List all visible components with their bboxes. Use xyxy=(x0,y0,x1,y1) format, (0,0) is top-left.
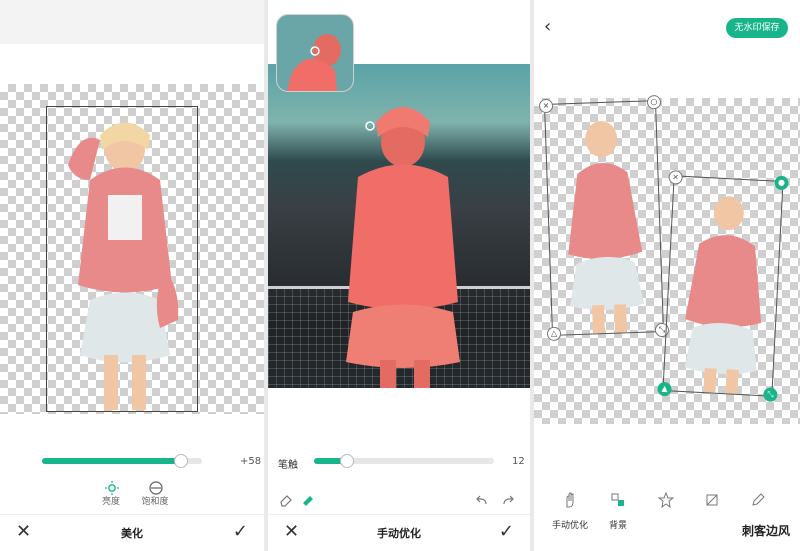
tool-brightness-label: 亮度 xyxy=(101,497,120,507)
watermark-text: 刺客边风 xyxy=(741,524,790,538)
photo-preview xyxy=(268,64,530,389)
magnifier-thumbnail xyxy=(276,14,354,92)
confirm-icon[interactable]: ✓ xyxy=(233,521,248,542)
beauty-slider[interactable] xyxy=(42,454,202,468)
bottom-bar: ✕ 手动优化 ✓ xyxy=(268,514,530,551)
edit-icon xyxy=(752,493,765,506)
brush-icon[interactable] xyxy=(300,492,316,508)
save-without-watermark-button[interactable]: 无水印保存 xyxy=(726,18,788,38)
sticker-left-image xyxy=(568,121,645,334)
slider-fill xyxy=(42,458,180,464)
collage-panel: ‹ 无水印保存 × ○ △ ⤡ × ● ▲ ⤡ 手动优化 背景 刺客边风 xyxy=(534,0,800,551)
back-icon[interactable]: ‹ xyxy=(544,16,551,37)
slider-value: +58 xyxy=(240,456,262,467)
tool-label: 背景 xyxy=(608,521,627,531)
sticker-icon xyxy=(657,491,675,509)
redo-icon[interactable] xyxy=(500,492,516,508)
tool-edit[interactable] xyxy=(728,492,788,518)
slider-knob[interactable] xyxy=(173,454,188,468)
page-title: 美化 xyxy=(121,527,143,540)
sticker-right[interactable]: × ● ▲ ⤡ xyxy=(657,170,789,402)
background-icon xyxy=(611,493,624,506)
page-title: 手动优化 xyxy=(377,527,421,540)
bottom-bar: ✕ 美化 ✓ xyxy=(0,514,264,551)
crop-icon xyxy=(706,494,718,506)
manual-optimize-panel: 笔触 12 ✕ 手动优化 ✓ xyxy=(268,0,530,551)
slider-knob[interactable] xyxy=(340,454,355,468)
highlighted-subject[interactable] xyxy=(328,82,478,388)
cutout-image xyxy=(68,122,179,410)
brush-size-value: 12 xyxy=(512,456,525,467)
undo-icon[interactable] xyxy=(474,492,490,508)
sticker-right-image xyxy=(684,196,762,394)
tool-saturation-label: 饱和度 xyxy=(141,497,169,507)
hand-icon xyxy=(566,492,574,508)
thumbnail-image xyxy=(287,34,341,91)
brush-slider[interactable] xyxy=(314,454,494,468)
eraser-icon[interactable] xyxy=(278,492,294,508)
brush-size-label: 笔触 xyxy=(278,460,298,471)
beautify-panel: +58 亮度 饱和度 ✕ 美化 ✓ xyxy=(0,0,264,551)
top-bar xyxy=(0,0,264,44)
sticker-left[interactable]: × ○ △ ⤡ xyxy=(538,94,670,342)
confirm-icon[interactable]: ✓ xyxy=(499,521,514,542)
